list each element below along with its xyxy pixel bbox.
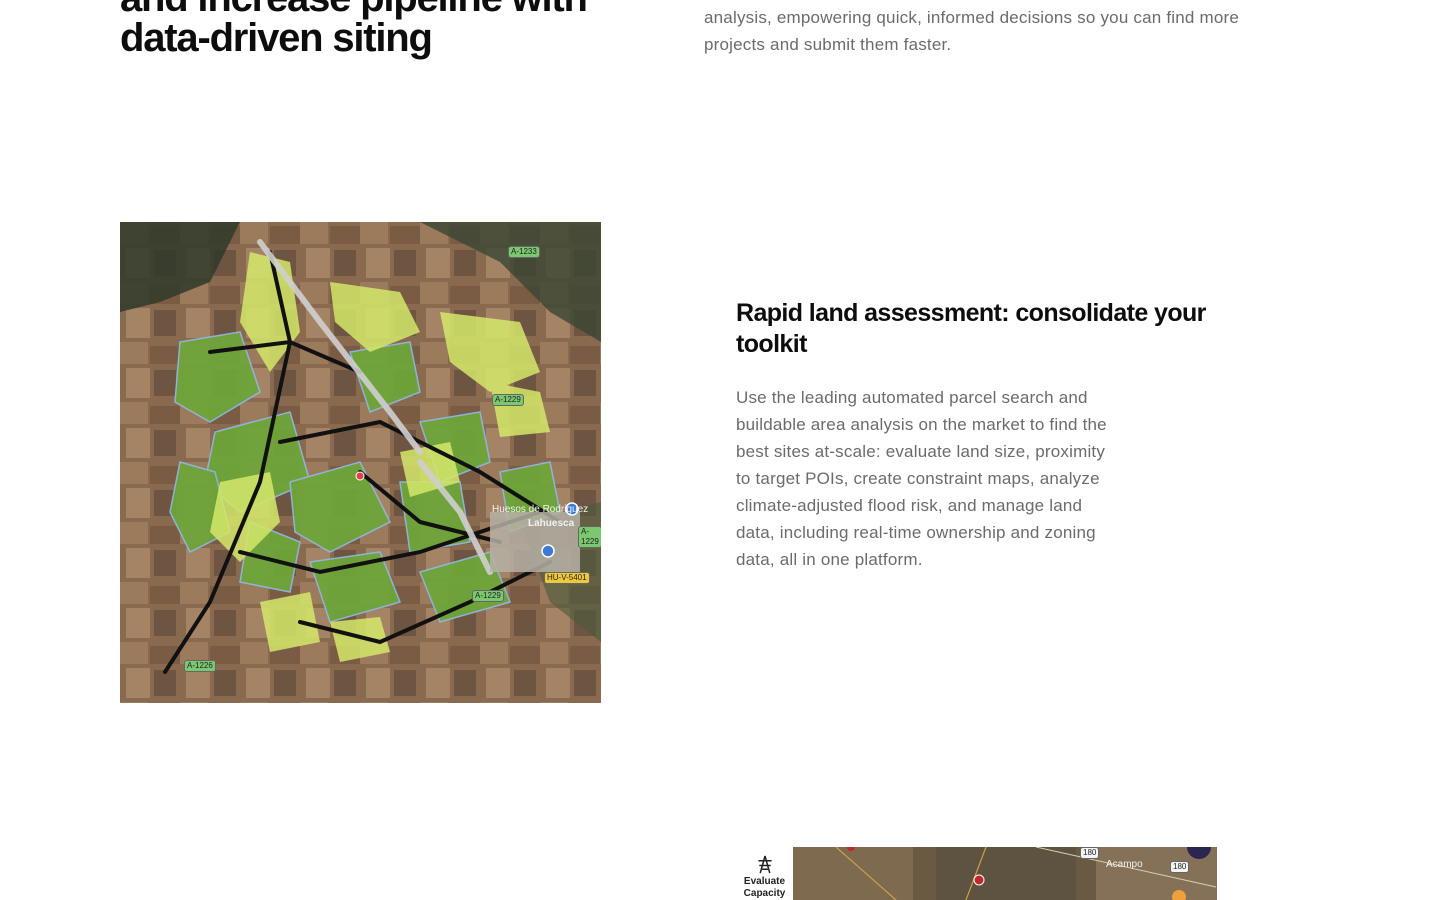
road-badge: HU-V-5401	[544, 572, 590, 584]
road-badge: A-1229	[492, 394, 524, 406]
map-place-label: Huesos de Rodriguez	[492, 504, 589, 515]
capacity-map-image: Evaluate Capacity Acampo 180 180	[736, 847, 1217, 900]
hero-heading: and increase pipeline with data-driven s…	[120, 0, 588, 60]
transmission-tower-icon	[757, 855, 772, 874]
road-badge: 180	[1080, 847, 1100, 859]
evaluate-capacity-tool[interactable]: Evaluate Capacity	[736, 847, 793, 900]
road-badge: 180	[1170, 861, 1190, 873]
feature-heading: Rapid land assessment: consolidate your …	[736, 299, 1206, 358]
tool-label: Evaluate Capacity	[743, 876, 786, 899]
map-town-label: Lahuesca	[528, 518, 575, 529]
road-badge: A-1229	[472, 590, 504, 602]
road-badge: A-1226	[184, 660, 216, 672]
feature-description: Use the leading automated parcel search …	[736, 388, 1107, 569]
road-badge: A-1233	[508, 246, 540, 258]
parcel-analysis-map-image: Huesos de Rodriguez Lahuesca A-1233 A-12…	[120, 222, 601, 703]
map-town-label: Acampo	[1106, 859, 1143, 870]
road-badge: A-1229	[578, 526, 601, 548]
hero-description: analysis, empowering quick, informed dec…	[704, 8, 1239, 54]
